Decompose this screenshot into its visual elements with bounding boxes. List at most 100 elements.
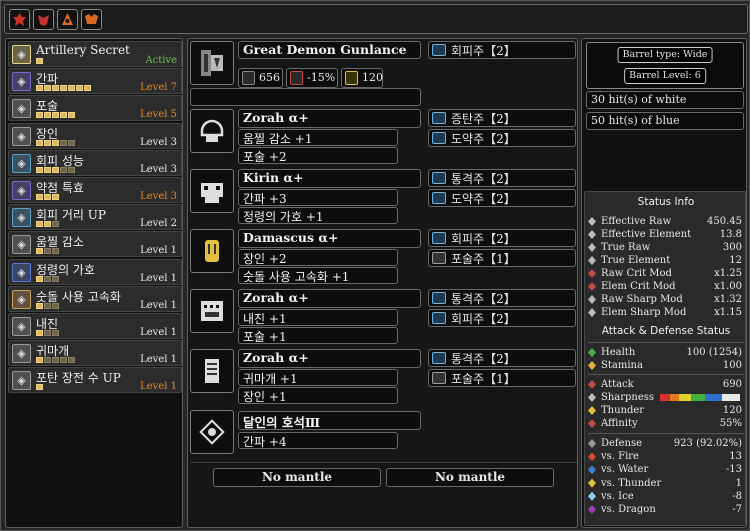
armor-deco-slot[interactable]: 포술주【1】 bbox=[428, 249, 576, 267]
armor-deco-label: 포술주【1】 bbox=[451, 372, 516, 386]
skill-level: Level 7 bbox=[140, 82, 177, 94]
defense-row: Defense 923 (92.02%) bbox=[588, 437, 744, 450]
armor-deco-slot[interactable]: 통격주【2】 bbox=[428, 349, 576, 367]
skill-row[interactable]: ◈ 회피 성능 Level 3 bbox=[8, 149, 182, 176]
divider bbox=[588, 342, 744, 343]
skill-icon: ◈ bbox=[12, 371, 31, 391]
skill-pips bbox=[36, 85, 91, 92]
stat-label: Raw Sharp Mod bbox=[601, 294, 683, 305]
mantle-slot-2[interactable]: No mantle bbox=[386, 468, 554, 487]
skill-row[interactable]: ◈ 장인 Level 3 bbox=[8, 122, 182, 149]
skill-pip bbox=[60, 85, 67, 92]
divider bbox=[190, 462, 577, 463]
stat-icon bbox=[588, 217, 596, 226]
weapon-slot[interactable]: Great Demon Gunlance 회피주【2】 656 -15% 120 bbox=[190, 41, 577, 106]
armor-deco-label: 회피주【2】 bbox=[451, 232, 516, 246]
stat-icon bbox=[588, 308, 596, 317]
armor-deco-slot[interactable]: 도약주【2】 bbox=[428, 129, 576, 147]
armor-deco-slot[interactable]: 통격주【2】 bbox=[428, 289, 576, 307]
skill-row[interactable]: ◈ 포술 Level 5 bbox=[8, 95, 182, 122]
skill-row[interactable]: ◈ 숫돌 사용 고속화 Level 1 bbox=[8, 285, 182, 312]
armor-skill: 움찔 감소 +1 bbox=[238, 129, 398, 146]
gauntlet-icon bbox=[190, 229, 234, 273]
armor-deco-label: 도약주【2】 bbox=[451, 132, 516, 146]
attack-icon bbox=[242, 71, 255, 85]
armor-deco-label: 도약주【2】 bbox=[451, 192, 516, 206]
skill-name: 포탄 장전 수 UP bbox=[36, 371, 121, 386]
skill-row[interactable]: ◈ Artillery Secret Active bbox=[8, 41, 182, 67]
skill-pip bbox=[44, 166, 51, 173]
decoration-icon bbox=[432, 292, 446, 304]
skill-level: Level 3 bbox=[140, 136, 177, 148]
skill-pip bbox=[68, 139, 75, 146]
charm-slot[interactable]: 달인의 호석Ⅲ 간파 +4 bbox=[190, 408, 577, 454]
arm-armor-slot[interactable]: Damascus α+ 장인 +2 숫돌 사용 고속화 +1 회피주【2】 포술주【1】 bbox=[190, 229, 577, 285]
stat-value: -13 bbox=[725, 464, 742, 476]
stat-value: 1 bbox=[735, 477, 742, 489]
sharpness-segment bbox=[704, 394, 722, 401]
leg-armor-slot[interactable]: Zorah α+ 귀마개 +1 장인 +1 통격주【2】 포술주【1】 bbox=[190, 349, 577, 405]
orange-monster-icon[interactable] bbox=[57, 9, 78, 30]
skill-row[interactable]: ◈ 움찔 감소 Level 1 bbox=[8, 231, 182, 258]
skill-row[interactable]: ◈ 정령의 가호 Level 1 bbox=[8, 258, 182, 285]
mantle-slot-1[interactable]: No mantle bbox=[213, 468, 381, 487]
armor-deco-slot[interactable]: 증탄주【2】 bbox=[428, 109, 576, 127]
stat-value: 450.45 bbox=[707, 216, 742, 227]
armor-name: Kirin α+ bbox=[238, 169, 421, 188]
chest-armor-slot[interactable]: Kirin α+ 간파 +3 정령의 가호 +1 통격주【2】 도약주【2】 bbox=[190, 169, 577, 225]
skill-pip bbox=[36, 112, 43, 119]
stat-icon bbox=[588, 419, 596, 428]
skill-name: Artillery Secret bbox=[36, 43, 130, 57]
armor-deco-slot[interactable]: 포술주【1】 bbox=[428, 369, 576, 387]
skill-pips bbox=[36, 194, 59, 201]
skill-pips bbox=[36, 275, 59, 283]
skill-icon: ◈ bbox=[12, 126, 31, 146]
attack-row: Attack 690 bbox=[588, 378, 744, 391]
red-monster-icon-2[interactable] bbox=[33, 9, 54, 30]
armor-deco-slot[interactable]: 도약주【2】 bbox=[428, 189, 576, 207]
armor-deco-label: 통격주【2】 bbox=[451, 172, 516, 186]
skill-pip bbox=[52, 275, 59, 282]
skill-pip bbox=[68, 166, 75, 173]
stat-value: x1.15 bbox=[714, 307, 742, 318]
helmet-icon bbox=[190, 109, 234, 153]
app-window: ◈ Artillery Secret Active ◈ 간파 Level 7 ◈ 포술 Leve… bbox=[0, 0, 750, 531]
armor-name: Zorah α+ bbox=[238, 289, 421, 308]
armor-deco-slot[interactable]: 회피주【2】 bbox=[428, 229, 576, 247]
armor-deco-label: 포술주【1】 bbox=[451, 252, 516, 266]
skill-pip bbox=[68, 112, 75, 119]
hits-blue: 50 hit(s) of blue bbox=[586, 112, 744, 130]
skill-row[interactable]: ◈ 포탄 장전 수 UP Level 1 bbox=[8, 367, 182, 394]
skill-pip bbox=[76, 85, 83, 92]
weapon-deco-slot[interactable]: 회피주【2】 bbox=[428, 41, 576, 59]
skill-pips bbox=[36, 139, 75, 147]
armor-skill: 귀마개 +1 bbox=[238, 369, 398, 386]
red-monster-icon-1[interactable] bbox=[9, 9, 30, 30]
skill-pip bbox=[44, 221, 51, 228]
armor-deco-slot[interactable]: 회피주【2】 bbox=[428, 309, 576, 327]
stat-label: Health bbox=[601, 347, 636, 358]
skill-icon: ◈ bbox=[12, 45, 31, 64]
skill-row[interactable]: ◈ 간파 Level 7 bbox=[8, 68, 182, 95]
skill-level: Level 1 bbox=[140, 327, 177, 338]
skill-row[interactable]: ◈ 약점 특효 Level 3 bbox=[8, 177, 182, 203]
weapon-element: 120 bbox=[341, 68, 383, 88]
head-armor-slot[interactable]: Zorah α+ 움찔 감소 +1 포술 +2 증탄주【2】 도약주【2】 bbox=[190, 109, 577, 165]
armor-deco-slot[interactable]: 통격주【2】 bbox=[428, 169, 576, 187]
skill-icon: ◈ bbox=[12, 181, 31, 200]
status-row: Elem Sharp Mod x1.15 bbox=[588, 306, 744, 319]
skill-icon: ◈ bbox=[12, 289, 31, 309]
skill-row[interactable]: ◈ 귀마개 Level 1 bbox=[8, 340, 182, 367]
armor-deco-label: 통격주【2】 bbox=[451, 352, 516, 366]
skill-row[interactable]: ◈ 내진 Level 1 bbox=[8, 313, 182, 339]
skill-level: Level 3 bbox=[140, 191, 177, 202]
orange-monster-icon-2[interactable] bbox=[81, 9, 102, 30]
stat-label: Raw Crit Mod bbox=[601, 268, 672, 279]
greaves-icon bbox=[190, 349, 234, 393]
decoration-icon bbox=[432, 352, 446, 364]
skill-pip bbox=[36, 302, 43, 309]
skill-row[interactable]: ◈ 회피 거리 UP Level 2 bbox=[8, 204, 182, 231]
decoration-icon bbox=[432, 132, 446, 144]
waist-armor-slot[interactable]: Zorah α+ 내진 +1 포술 +1 통격주【2】 회피주【2】 bbox=[190, 289, 577, 345]
stat-icon bbox=[588, 295, 596, 304]
